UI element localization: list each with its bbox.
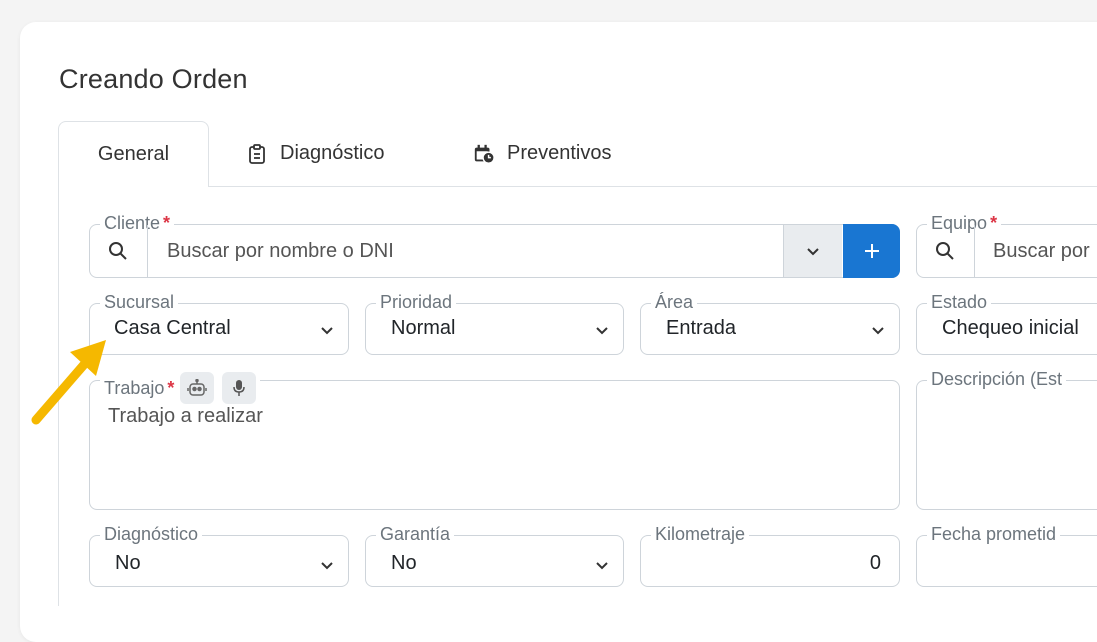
tab-general[interactable]: General xyxy=(58,121,209,187)
area-value: Entrada xyxy=(666,317,737,339)
add-cliente-button[interactable] xyxy=(843,224,900,278)
trabajo-input[interactable]: Trabajo a realizar xyxy=(108,405,263,428)
tab-preventivos-label: Preventivos xyxy=(507,142,612,164)
garantia-value: No xyxy=(391,552,417,574)
cliente-field[interactable]: Cliente * Buscar por nombre o DNI xyxy=(89,212,900,278)
fecha-prometida-input[interactable]: Fecha prometid xyxy=(916,523,1097,587)
search-icon xyxy=(935,241,955,261)
chevron-down-icon xyxy=(596,327,608,335)
tab-diagnostico[interactable]: Diagnóstico xyxy=(246,121,385,186)
descripcion-textarea[interactable]: Descripción (Est xyxy=(916,368,1097,510)
estado-select[interactable]: Estado Chequeo inicial xyxy=(916,291,1097,355)
area-label: Área xyxy=(651,291,698,313)
sucursal-select[interactable]: Sucursal Casa Central xyxy=(89,291,349,355)
page-title: Creando Orden xyxy=(59,64,248,94)
voice-input-button[interactable] xyxy=(222,372,257,404)
prioridad-select[interactable]: Prioridad Normal xyxy=(365,291,624,355)
trabajo-textarea[interactable]: Trabajo * Trabajo a realizar xyxy=(89,372,900,510)
cliente-dropdown-button[interactable] xyxy=(783,225,842,277)
search-separator xyxy=(974,225,975,277)
prioridad-label: Prioridad xyxy=(376,291,457,313)
equipo-field[interactable]: Equipo * Buscar por xyxy=(916,212,1097,278)
annotation-arrow-icon xyxy=(31,340,106,425)
required-marker: * xyxy=(163,213,171,233)
fecha-prometida-label: Fecha prometid xyxy=(927,523,1061,545)
chevron-down-icon xyxy=(872,327,884,335)
clipboard-icon xyxy=(246,143,268,165)
plus-icon xyxy=(864,244,879,258)
tab-diagnostico-label: Diagnóstico xyxy=(280,142,385,164)
diagnostico-select[interactable]: Diagnóstico No xyxy=(89,523,349,587)
cliente-search-input[interactable]: Buscar por nombre o DNI xyxy=(167,240,394,263)
search-separator xyxy=(147,225,148,277)
diagnostico-value: No xyxy=(115,552,141,574)
tabs-divider xyxy=(58,186,1097,187)
tab-general-label: General xyxy=(97,143,170,165)
required-marker: * xyxy=(167,378,175,398)
sucursal-value: Casa Central xyxy=(114,317,231,339)
chevron-down-icon xyxy=(807,248,819,256)
ai-robot-button[interactable] xyxy=(180,372,215,404)
area-select[interactable]: Área Entrada xyxy=(640,291,900,355)
kilometraje-input[interactable]: Kilometraje 0 xyxy=(640,523,900,587)
chevron-down-icon xyxy=(321,327,333,335)
estado-label: Estado xyxy=(927,291,992,313)
trabajo-label: Trabajo * xyxy=(100,372,261,404)
calendar-clock-icon xyxy=(473,143,495,165)
equipo-search-input[interactable]: Buscar por xyxy=(993,240,1090,263)
cliente-label: Cliente * xyxy=(100,212,175,234)
estado-value: Chequeo inicial xyxy=(942,317,1079,339)
garantia-label: Garantía xyxy=(376,523,455,545)
descripcion-label: Descripción (Est xyxy=(927,368,1067,390)
equipo-label: Equipo * xyxy=(927,212,1002,234)
kilometraje-value: 0 xyxy=(869,552,881,574)
microphone-icon xyxy=(233,380,246,396)
prioridad-value: Normal xyxy=(391,317,456,339)
chevron-down-icon xyxy=(321,562,333,570)
robot-icon xyxy=(187,379,208,396)
chevron-down-icon xyxy=(596,562,608,570)
kilometraje-label: Kilometraje xyxy=(651,523,750,545)
diagnostico-label: Diagnóstico xyxy=(100,523,203,545)
sucursal-label: Sucursal xyxy=(100,291,179,313)
search-icon xyxy=(108,241,128,261)
tab-preventivos[interactable]: Preventivos xyxy=(473,121,612,186)
required-marker: * xyxy=(990,213,998,233)
garantia-select[interactable]: Garantía No xyxy=(365,523,624,587)
